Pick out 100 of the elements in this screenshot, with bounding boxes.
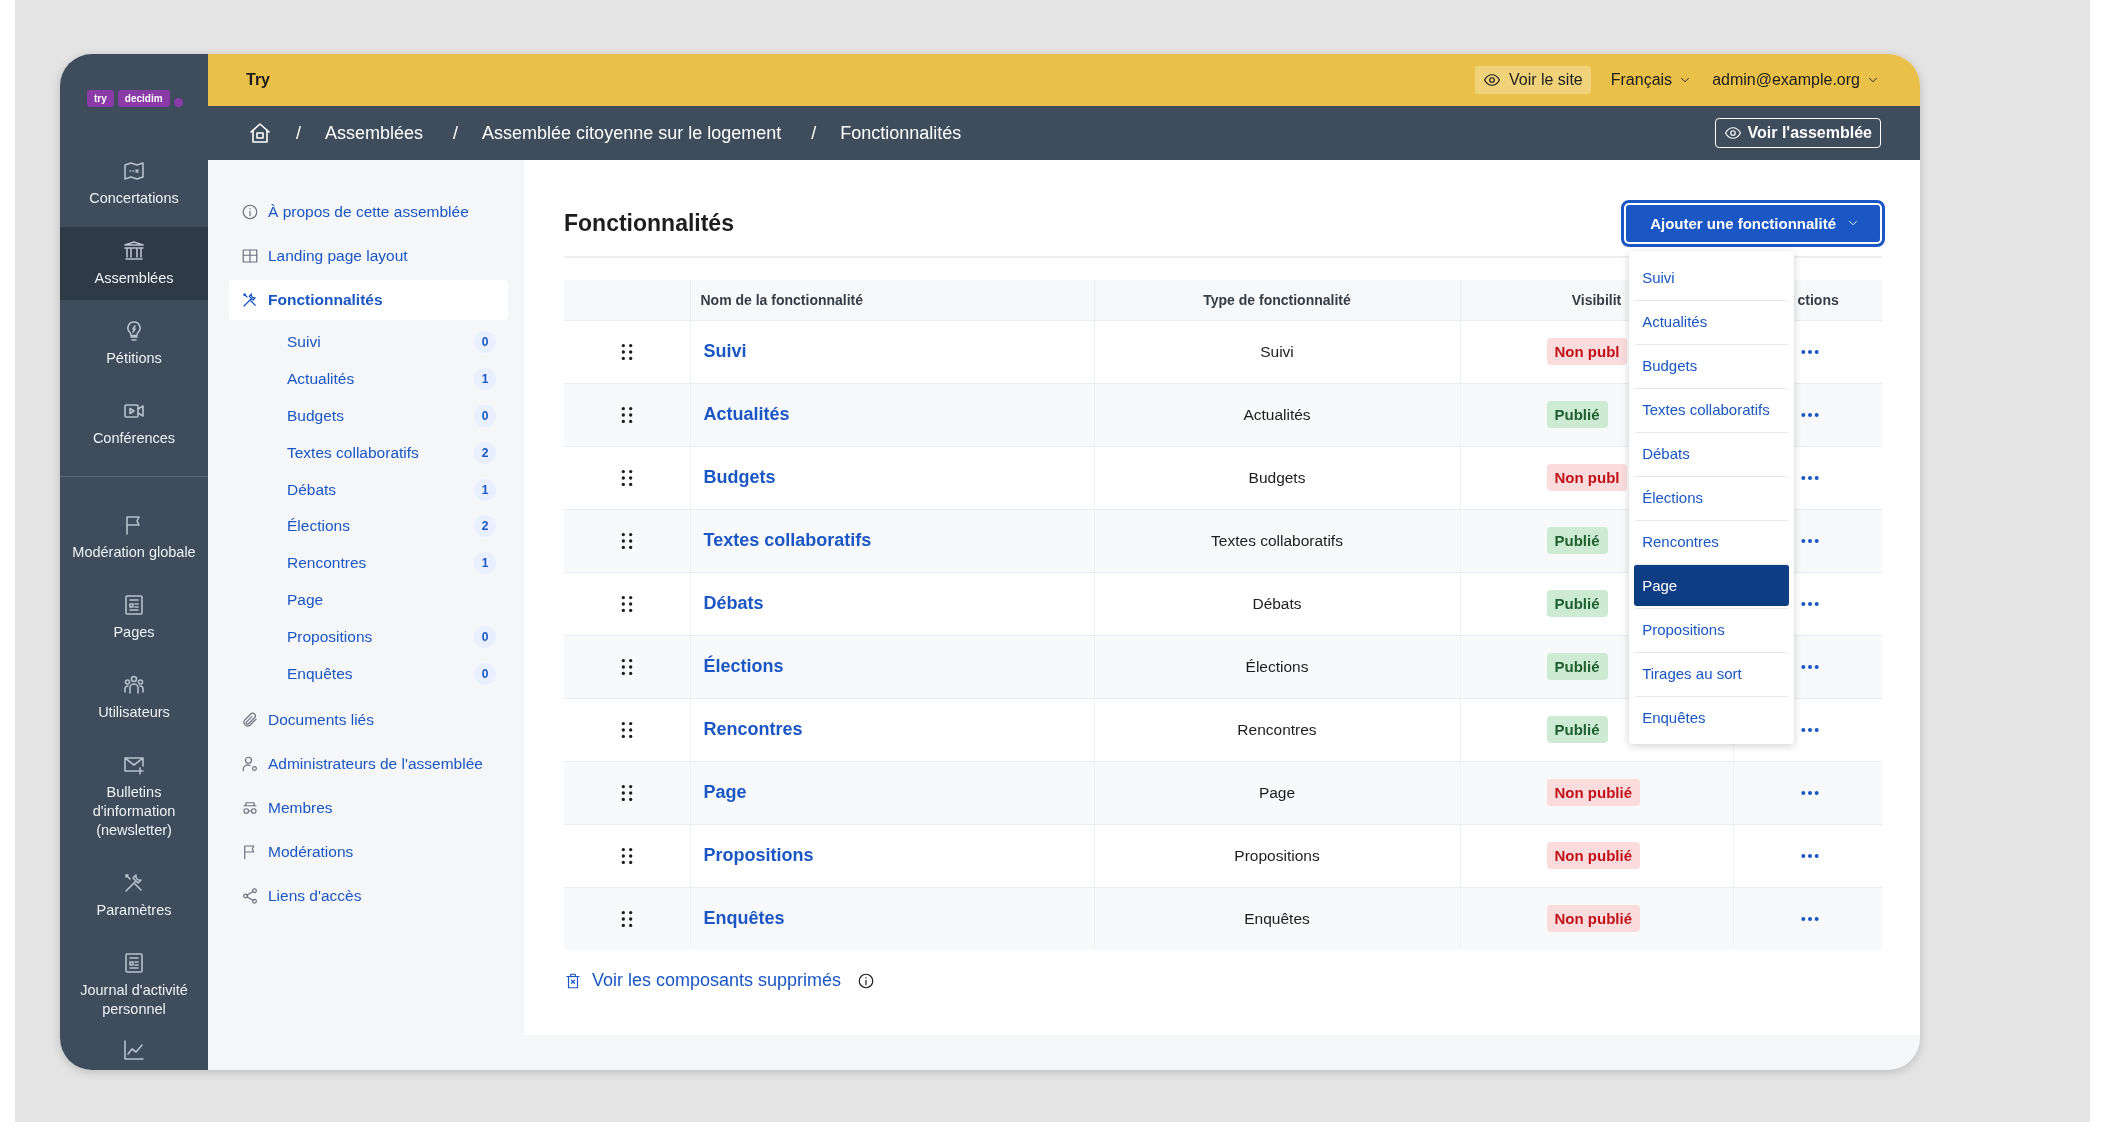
home-icon[interactable] (248, 121, 272, 145)
status-badge: Publié (1546, 590, 1608, 617)
status-badge: Non publié (1546, 905, 1640, 933)
sidebar-item[interactable]: Journal d'activité personnel (60, 939, 208, 1031)
menu-item[interactable]: Rencontres (1634, 519, 1790, 562)
eye-icon (1482, 71, 1501, 89)
component-link[interactable]: Suivi (703, 341, 747, 361)
nav-subitem[interactable]: Page (287, 590, 324, 609)
add-component-button[interactable]: Ajouter une fonctionnalité (1624, 202, 1882, 244)
language-menu[interactable]: Français (1610, 71, 1693, 89)
component-link[interactable]: Rencontres (703, 719, 803, 739)
table-cell: Élections (1094, 635, 1460, 698)
breadcrumb-separator: / (811, 122, 817, 144)
breadcrumb-link[interactable]: Assemblées (325, 122, 424, 144)
count-badge: 0 (474, 625, 496, 648)
count-badge: 0 (474, 662, 496, 685)
nav-subitem[interactable]: Rencontres (287, 554, 367, 573)
status-badge: Publié (1546, 527, 1608, 554)
sidebar-item[interactable]: Bulletins d'information (newsletter) (60, 741, 208, 852)
page-title: Fonctionnalités (564, 209, 734, 237)
component-link[interactable]: Propositions (703, 845, 814, 865)
breadcrumb-link[interactable]: Fonctionnalités (840, 122, 962, 144)
logo-tag: try (87, 90, 114, 107)
info-icon (241, 203, 259, 221)
document-icon (122, 593, 146, 617)
nav-item[interactable]: Landing page layout (229, 234, 508, 278)
count-badge: 2 (474, 441, 496, 464)
breadcrumb-separator: / (453, 122, 459, 144)
menu-item[interactable]: Actualités (1634, 299, 1790, 342)
status-badge: Publié (1546, 653, 1608, 680)
sidebar-item[interactable]: Utilisateurs (60, 661, 208, 734)
user-menu[interactable]: admin@example.org (1712, 71, 1880, 89)
component-link[interactable]: Élections (703, 656, 784, 676)
count-badge: 1 (474, 552, 496, 575)
status-badge: Non publié (1546, 842, 1640, 869)
view-assembly-button[interactable]: Voir l'assemblée (1714, 118, 1881, 148)
nav-subitem[interactable]: Débats (287, 480, 337, 499)
component-link[interactable]: Page (703, 782, 747, 802)
component-link[interactable]: Budgets (703, 467, 776, 487)
status-badge: Publié (1546, 401, 1608, 428)
sidebar-item[interactable]: Modération globale (60, 501, 208, 574)
count-badge: 0 (474, 405, 496, 427)
status-badge: Non publ (1546, 464, 1628, 491)
paperclip-icon (241, 710, 259, 729)
building-icon (122, 239, 146, 263)
sidebar-item[interactable]: Concertations (60, 147, 208, 220)
menu-item[interactable]: Enquêtes (1634, 695, 1790, 738)
sidebar-item[interactable]: Assemblées (60, 227, 208, 300)
count-badge: 1 (474, 478, 496, 501)
table-cell: Enquêtes (1094, 887, 1460, 950)
logo-tag: decidim (117, 90, 170, 107)
count-badge: 1 (474, 368, 496, 391)
nav-subitem[interactable]: Budgets (287, 407, 344, 425)
column-header: Type de fonctionnalité (1094, 280, 1460, 320)
nav-subitem[interactable]: Textes collaboratifs (287, 443, 419, 462)
table-cell: Page (1094, 761, 1460, 824)
sidebar-item[interactable]: Pages (60, 581, 208, 654)
nav-item[interactable]: Modérations (229, 829, 508, 874)
nav-item[interactable]: Liens d'accès (229, 873, 508, 918)
deleted-components-link[interactable]: Voir les composants supprimés (592, 970, 842, 991)
view-site-button[interactable]: Voir le site (1474, 66, 1591, 94)
breadcrumb-link[interactable]: Assemblée citoyenne sur le logement (482, 122, 782, 144)
menu-item[interactable]: Propositions (1634, 607, 1790, 650)
user-gear-icon (241, 754, 259, 773)
trash-icon (564, 971, 582, 990)
status-badge: Publié (1546, 716, 1608, 743)
nav-subitem[interactable]: Propositions (287, 627, 373, 646)
menu-item[interactable]: Budgets (1634, 343, 1790, 386)
nav-item[interactable]: À propos de cette assemblée (229, 190, 508, 234)
sidebar-item[interactable]: Conférences (60, 387, 208, 460)
nav-item[interactable]: Fonctionnalités (229, 280, 508, 320)
component-link[interactable]: Débats (703, 593, 764, 613)
menu-item[interactable]: Élections (1634, 475, 1790, 518)
table-cell: Actualités (1094, 383, 1460, 446)
nav-subitem[interactable]: Suivi (287, 333, 321, 352)
component-link[interactable]: Enquêtes (703, 908, 785, 929)
site-title: Try (246, 71, 270, 89)
breadcrumb-separator: / (296, 122, 301, 144)
nav-subitem[interactable]: Élections (287, 517, 350, 536)
layout-icon (241, 247, 259, 265)
nav-subitem[interactable]: Enquêtes (287, 664, 353, 683)
menu-item[interactable]: Page (1634, 563, 1790, 606)
info-icon (857, 971, 876, 990)
nav-item[interactable]: Administrateurs de l'assemblée (229, 741, 508, 786)
count-badge: 2 (474, 515, 496, 538)
sidebar-item[interactable]: Pétitions (60, 307, 208, 380)
nav-item[interactable]: Membres (229, 785, 508, 830)
eye-icon (1723, 124, 1742, 142)
component-link[interactable]: Actualités (703, 404, 790, 424)
sidebar-item[interactable]: Paramètres (60, 859, 208, 932)
component-link[interactable]: Textes collaboratifs (703, 530, 872, 550)
menu-item[interactable]: Tirages au sort (1634, 651, 1790, 694)
table-cell: Textes collaboratifs (1094, 509, 1460, 572)
nav-subitem[interactable]: Actualités (287, 370, 355, 389)
nav-item[interactable]: Documents liés (229, 697, 508, 742)
menu-item[interactable]: Textes collaboratifs (1634, 387, 1790, 430)
logo-dot (173, 98, 183, 107)
tools-icon (241, 291, 259, 309)
menu-item[interactable]: Débats (1634, 431, 1790, 474)
column-header: Nom de la fonctionnalité (690, 280, 1094, 320)
